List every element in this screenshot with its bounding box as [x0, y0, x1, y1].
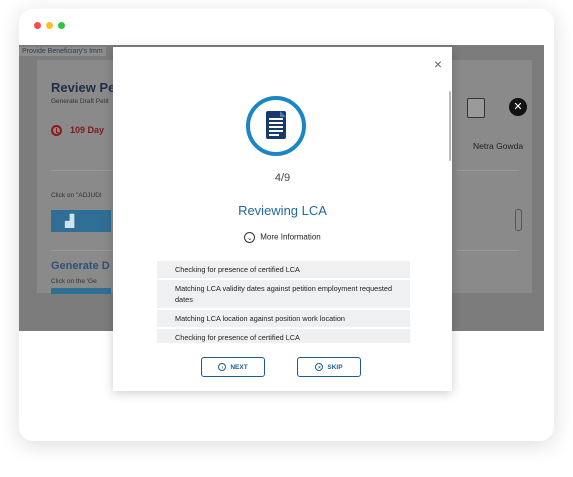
maximize-window-dot[interactable]	[58, 22, 65, 29]
list-item: Matching LCA location against position w…	[157, 310, 410, 327]
generate-button[interactable]	[51, 288, 111, 294]
chevron-down-icon: ⌄	[244, 232, 256, 243]
skip-button[interactable]: × SKIP	[297, 357, 361, 377]
next-button[interactable]: › NEXT	[201, 357, 265, 377]
progress-modal: × 4/9 Reviewing LCA ⌄ More Information Ch…	[113, 47, 452, 391]
list-item: Matching LCA validity dates against peti…	[157, 280, 410, 308]
instruction-text-2: Click on the 'Ge	[51, 278, 97, 285]
generate-section-title: Generate D	[51, 260, 110, 272]
close-icon[interactable]: ×	[434, 56, 442, 72]
document-icon	[246, 96, 306, 156]
chart-icon: ▟	[65, 214, 75, 228]
checks-list: Checking for presence of certified LCA M…	[157, 261, 410, 343]
list-item: Checking for presence of certified LCA	[157, 261, 410, 278]
more-information-label: More Information	[260, 232, 321, 242]
modal-scrollbar[interactable]	[449, 91, 451, 161]
adjudication-button[interactable]: ▟	[51, 210, 111, 232]
clipboard-icon[interactable]	[467, 98, 485, 118]
days-label: 109 Day	[70, 125, 105, 135]
browser-window: Provide Beneficiary's Imm Review Peti Ge…	[19, 9, 554, 441]
divider	[457, 170, 519, 171]
divider	[457, 250, 519, 251]
background-subtitle: Generate Draft Petit	[51, 98, 109, 105]
more-information-toggle[interactable]: ⌄ More Information	[113, 232, 452, 243]
topbar-text: Provide Beneficiary's Imm	[19, 47, 106, 56]
instruction-text: Click on "ADJUDI	[51, 192, 102, 199]
user-name: Netra Gowda	[473, 141, 524, 151]
close-icon[interactable]: ✕	[509, 98, 527, 116]
clock-icon	[51, 125, 62, 137]
minimize-window-dot[interactable]	[46, 22, 53, 29]
close-window-dot[interactable]	[34, 22, 41, 29]
next-icon: ›	[218, 363, 227, 372]
skip-icon: ×	[315, 363, 324, 372]
list-item: Checking for presence of certified LCA	[157, 329, 410, 343]
next-label: NEXT	[230, 364, 248, 371]
step-counter: 4/9	[274, 172, 291, 184]
days-badge: 109 Day	[51, 125, 105, 137]
scrollbar[interactable]	[515, 209, 522, 231]
skip-label: SKIP	[327, 364, 343, 371]
modal-heading: Reviewing LCA	[238, 203, 327, 218]
